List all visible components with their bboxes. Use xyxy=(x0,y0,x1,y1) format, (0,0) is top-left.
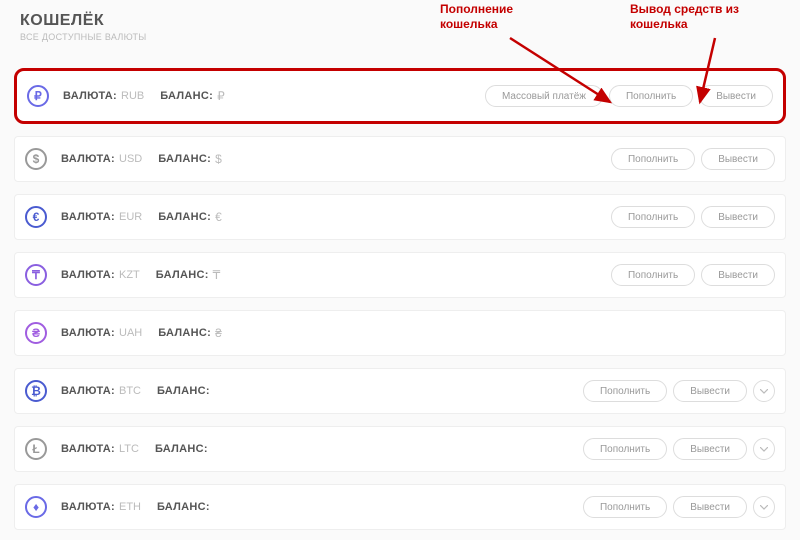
page-header: КОШЕЛЁК ВСЕ ДОСТУПНЫЕ ВАЛЮТЫ xyxy=(0,0,800,50)
balance-symbol: $ xyxy=(215,152,222,166)
currency-code: USD xyxy=(119,153,142,165)
currency-label: ВАЛЮТА: xyxy=(63,90,117,102)
currency-row-eth: ♦ ВАЛЮТА: ETH БАЛАНС: Пополнить Вывести xyxy=(14,484,786,530)
currency-icon: ₴ xyxy=(25,322,47,344)
currency-code: UAH xyxy=(119,327,142,339)
balance-symbol: ₴ xyxy=(215,326,222,340)
currency-code: EUR xyxy=(119,211,142,223)
withdraw-button[interactable]: Вывести xyxy=(701,148,775,170)
mass-payment-button[interactable]: Массовый платёж xyxy=(485,85,603,107)
currency-icon: € xyxy=(25,206,47,228)
currency-icon: ₽ xyxy=(27,85,49,107)
withdraw-button[interactable]: Вывести xyxy=(701,264,775,286)
currency-code: BTC xyxy=(119,385,141,397)
currency-code: RUB xyxy=(121,90,144,102)
deposit-button[interactable]: Пополнить xyxy=(583,380,667,402)
balance-label: БАЛАНС: xyxy=(158,327,211,339)
deposit-button[interactable]: Пополнить xyxy=(583,438,667,460)
page-subtitle: ВСЕ ДОСТУПНЫЕ ВАЛЮТЫ xyxy=(20,32,780,42)
currency-label: ВАЛЮТА: xyxy=(61,327,115,339)
currency-label: ВАЛЮТА: xyxy=(61,443,115,455)
currency-list: ₽ ВАЛЮТА: RUB БАЛАНС: ₽ Массовый платёж Пополн… xyxy=(0,50,800,530)
withdraw-button[interactable]: Вывести xyxy=(673,438,747,460)
deposit-button[interactable]: Пополнить xyxy=(611,264,695,286)
currency-icon: $ xyxy=(25,148,47,170)
deposit-button[interactable]: Пополнить xyxy=(611,148,695,170)
balance-label: БАЛАНС: xyxy=(155,443,208,455)
currency-icon: ₸ xyxy=(25,264,47,286)
currency-label: ВАЛЮТА: xyxy=(61,501,115,513)
balance-label: БАЛАНС: xyxy=(157,501,210,513)
chevron-down-icon[interactable] xyxy=(753,496,775,518)
chevron-down-icon[interactable] xyxy=(753,380,775,402)
currency-icon: ₿ xyxy=(25,380,47,402)
currency-row-eur: € ВАЛЮТА: EUR БАЛАНС: € Пополнить Вывести xyxy=(14,194,786,240)
balance-label: БАЛАНС: xyxy=(156,269,209,281)
balance-label: БАЛАНС: xyxy=(157,385,210,397)
withdraw-button[interactable]: Вывести xyxy=(673,496,747,518)
currency-label: ВАЛЮТА: xyxy=(61,153,115,165)
withdraw-button[interactable]: Вывести xyxy=(699,85,773,107)
currency-label: ВАЛЮТА: xyxy=(61,385,115,397)
deposit-button[interactable]: Пополнить xyxy=(583,496,667,518)
balance-label: БАЛАНС: xyxy=(160,90,213,102)
currency-code: ETH xyxy=(119,501,141,513)
deposit-button[interactable]: Пополнить xyxy=(611,206,695,228)
currency-code: KZT xyxy=(119,269,140,281)
currency-row-btc: ₿ ВАЛЮТА: BTC БАЛАНС: Пополнить Вывести xyxy=(14,368,786,414)
currency-label: ВАЛЮТА: xyxy=(61,211,115,223)
page-title: КОШЕЛЁК xyxy=(20,12,780,30)
balance-label: БАЛАНС: xyxy=(158,153,211,165)
currency-row-kzt: ₸ ВАЛЮТА: KZT БАЛАНС: ₸ Пополнить Вывести xyxy=(14,252,786,298)
currency-label: ВАЛЮТА: xyxy=(61,269,115,281)
currency-icon: Ł xyxy=(25,438,47,460)
balance-label: БАЛАНС: xyxy=(158,211,211,223)
currency-row-ltc: Ł ВАЛЮТА: LTC БАЛАНС: Пополнить Вывести xyxy=(14,426,786,472)
currency-row-uah: ₴ ВАЛЮТА: UAH БАЛАНС: ₴ xyxy=(14,310,786,356)
withdraw-button[interactable]: Вывести xyxy=(701,206,775,228)
currency-icon: ♦ xyxy=(25,496,47,518)
currency-row-usd: $ ВАЛЮТА: USD БАЛАНС: $ Пополнить Вывести xyxy=(14,136,786,182)
balance-symbol: € xyxy=(215,210,222,224)
currency-row-rub: ₽ ВАЛЮТА: RUB БАЛАНС: ₽ Массовый платёж Пополн… xyxy=(14,68,786,124)
balance-symbol: ₸ xyxy=(213,268,221,282)
chevron-down-icon[interactable] xyxy=(753,438,775,460)
balance-symbol: ₽ xyxy=(217,89,225,103)
withdraw-button[interactable]: Вывести xyxy=(673,380,747,402)
deposit-button[interactable]: Пополнить xyxy=(609,85,693,107)
currency-code: LTC xyxy=(119,443,139,455)
